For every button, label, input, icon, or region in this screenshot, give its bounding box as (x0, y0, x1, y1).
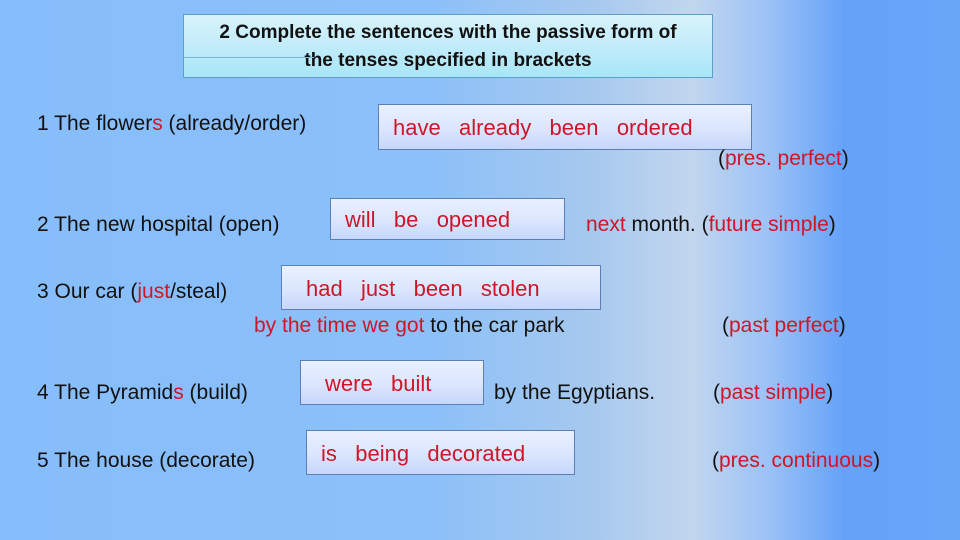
item-3-answer-box[interactable]: had just been stolen (281, 265, 601, 310)
item-2-continuation: next month. (future simple) (586, 213, 836, 237)
item-1-tense: (pres. perfect) (718, 147, 849, 171)
item-number: 4 (37, 381, 49, 404)
instruction-line-2: the tenses specified in brackets (304, 50, 592, 71)
prompt-text: (already/order) (162, 112, 307, 135)
bracket: ) (838, 314, 846, 337)
bracket: ) (841, 147, 849, 170)
item-1-answer-box[interactable]: have already been ordered (378, 104, 752, 150)
title-divider (184, 57, 314, 58)
bracket: ) (873, 449, 881, 472)
prompt-text: /steal) (170, 280, 228, 303)
item-4-prompt: 4 The Pyramids (build) (37, 381, 248, 405)
item-number: 1 (37, 112, 49, 135)
item-number: 3 (37, 280, 49, 303)
prompt-text: The house (decorate) (54, 449, 255, 472)
bracket: ) (828, 213, 836, 236)
item-5-prompt: 5 The house (decorate) (37, 449, 255, 473)
continuation-highlight: by the time we got (254, 314, 425, 337)
tense-label: past perfect (729, 314, 839, 337)
item-5-tense: (pres. continuous) (712, 449, 880, 473)
item-3-tense: (past perfect) (722, 314, 846, 338)
prompt-highlight: s (173, 381, 184, 404)
item-4-answer-box[interactable]: were built (300, 360, 484, 405)
item-2-answer-box[interactable]: will be opened (330, 198, 565, 240)
tense-label: pres. continuous (719, 449, 874, 472)
bracket: ( (712, 449, 719, 472)
tense-label: future simple (708, 213, 829, 236)
prompt-text: (build) (183, 381, 248, 404)
item-number: 5 (37, 449, 49, 472)
bracket: ( (722, 314, 729, 337)
bracket: ) (826, 381, 834, 404)
prompt-highlight: just (137, 280, 171, 303)
continuation-text: month. ( (625, 213, 709, 236)
prompt-highlight: s (152, 112, 163, 135)
instruction-box: 2 Complete the sentences with the passiv… (183, 14, 713, 78)
item-1-prompt: 1 The flowers (already/order) (37, 112, 306, 136)
continuation-text: to the car park (424, 314, 565, 337)
bracket: ( (718, 147, 725, 170)
prompt-text: The Pyramid (54, 381, 174, 404)
continuation-highlight: next (586, 213, 626, 236)
tense-label: past simple (720, 381, 827, 404)
item-4-continuation: by the Egyptians. (494, 381, 656, 404)
prompt-text: Our car ( (54, 280, 138, 303)
tense-label: pres. perfect (725, 147, 842, 170)
item-3-continuation: by the time we got to the car park (254, 314, 565, 338)
item-number: 2 (37, 213, 49, 236)
slide: 2 Complete the sentences with the passiv… (0, 0, 960, 540)
prompt-text: The flower (54, 112, 153, 135)
instruction-line-1: 2 Complete the sentences with the passiv… (219, 22, 677, 43)
item-2-prompt: 2 The new hospital (open) (37, 213, 279, 237)
item-3-prompt: 3 Our car (just/steal) (37, 280, 227, 304)
item-4-tense: (past simple) (713, 381, 833, 405)
prompt-text: The new hospital (open) (54, 213, 280, 236)
item-5-answer-box[interactable]: is being decorated (306, 430, 575, 475)
bracket: ( (713, 381, 720, 404)
